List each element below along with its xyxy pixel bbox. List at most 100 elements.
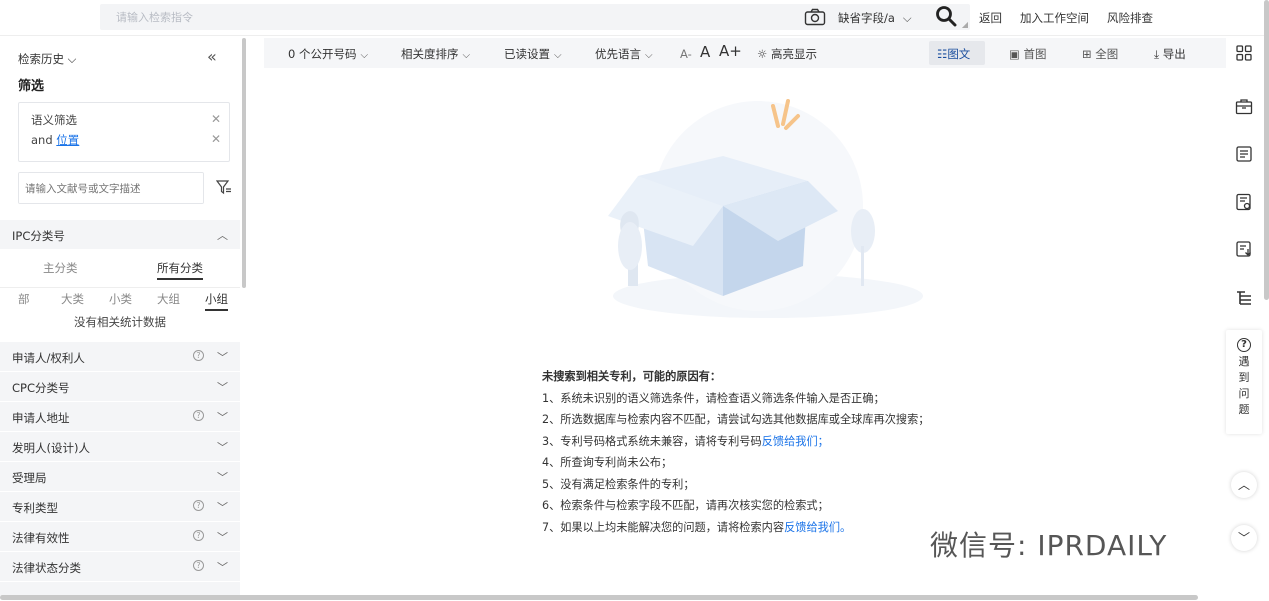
group-legal-status[interactable]: 法律状态分类 ? ﹀ — [0, 552, 240, 581]
search-history-dropdown[interactable]: 检索历史 ⌵ — [18, 51, 76, 67]
tab-all-class[interactable]: 所有分类 — [157, 260, 203, 280]
view-text-image-button[interactable]: ☷图文 — [937, 46, 970, 62]
level-class[interactable]: 大类 — [61, 291, 84, 307]
help-icon[interactable]: ? — [193, 500, 204, 511]
filter-funnel-icon[interactable] — [215, 179, 232, 198]
reason-item: 2、所选数据库与检索内容不匹配，请尝试勾选其他数据库或全球库再次搜索； — [542, 409, 930, 431]
highlight-label: 高亮显示 — [770, 47, 817, 61]
top-links: 返回 加入工作空间 风险排查 — [979, 10, 1153, 26]
group-label: 申请人/权利人 — [12, 351, 85, 365]
view-first-image-button[interactable]: ▣ 首图 — [1009, 46, 1047, 62]
group-applicant[interactable]: 申请人/权利人 ? ﹀ — [0, 342, 240, 371]
chevron-up-icon[interactable]: ︿ — [217, 227, 228, 243]
group-legal-validity[interactable]: 法律有效性 ? ﹀ — [0, 522, 240, 551]
filter-chip-link[interactable]: 位置 — [56, 133, 79, 147]
help-icon[interactable]: ? — [193, 530, 204, 541]
vertical-scrollbar[interactable] — [1264, 0, 1269, 300]
level-main-group[interactable]: 大组 — [157, 291, 180, 307]
filter-sidebar: 检索历史 ⌵ « 筛选 语义筛选 ✕ and 位置 ✕ IPC分类号 ︿ 主分类… — [0, 36, 244, 596]
back-link[interactable]: 返回 — [979, 10, 1002, 26]
grid-icon[interactable] — [1235, 44, 1255, 64]
horizontal-scrollbar[interactable] — [0, 595, 1198, 600]
help-icon[interactable]: ? — [193, 350, 204, 361]
scroll-bottom-button[interactable]: ﹀ — [1231, 525, 1257, 551]
help-icon[interactable]: ? — [193, 560, 204, 571]
sidebar-scrollbar[interactable] — [242, 38, 246, 288]
reason-text: 4、所查询专利尚未公布； — [542, 456, 673, 469]
group-ipc[interactable]: IPC分类号 ︿ — [0, 220, 240, 249]
search-icon[interactable] — [935, 5, 957, 30]
chevron-down-icon: ⌵ — [902, 11, 912, 25]
level-subgroup[interactable]: 小组 — [205, 291, 228, 311]
camera-icon[interactable] — [804, 8, 826, 29]
empty-box-illustration — [598, 96, 928, 324]
export-doc-icon[interactable] — [1235, 240, 1255, 260]
export-button[interactable]: ⤓ 导出 — [1154, 46, 1186, 62]
chevron-down-icon[interactable]: ﹀ — [217, 559, 228, 575]
list-tree-icon[interactable] — [1235, 289, 1255, 309]
read-settings-dropdown[interactable]: 已读设置 ⌵ — [504, 46, 562, 62]
tab-main-class[interactable]: 主分类 — [43, 260, 78, 276]
group-cpc[interactable]: CPC分类号 ﹀ — [0, 372, 240, 401]
chevron-down-icon[interactable]: ﹀ — [217, 529, 228, 545]
scroll-top-button[interactable]: ︿ — [1231, 472, 1257, 498]
filter-chip-label: 语义筛选 — [31, 113, 77, 127]
collapse-sidebar-icon[interactable]: « — [207, 47, 217, 66]
public-count-dropdown[interactable]: 0 个公开号码 ⌵ — [288, 46, 368, 62]
chevron-down-icon[interactable]: ﹀ — [217, 439, 228, 455]
risk-check-link[interactable]: 风险排查 — [1107, 10, 1153, 26]
chevron-down-icon[interactable]: ﹀ — [217, 469, 228, 485]
help-panel[interactable]: ? 遇到问题 — [1226, 330, 1262, 434]
font-larger-button[interactable]: A+ — [719, 42, 742, 60]
group-label: 法律状态分类 — [12, 561, 81, 575]
group-office[interactable]: 受理局 ﹀ — [0, 462, 240, 491]
chevron-down-icon: ⌵ — [360, 50, 369, 61]
search-history-label: 检索历史 — [18, 52, 64, 66]
add-workspace-link[interactable]: 加入工作空间 — [1020, 10, 1089, 26]
list-view-icon: ☷ — [937, 47, 948, 61]
view-all-images-button[interactable]: ⊞ 全图 — [1082, 46, 1118, 62]
public-count-label: 0 个公开号码 — [288, 47, 357, 61]
field-select[interactable]: 缺省字段/a ⌵ — [838, 10, 912, 26]
document-search-input[interactable] — [18, 172, 204, 204]
sort-dropdown[interactable]: 相关度排序 ⌵ — [401, 46, 470, 62]
reason-text: 3、专利号码格式系统未兼容，请将专利号码 — [542, 434, 762, 448]
filter-chip-label: and — [31, 133, 57, 147]
group-label: 专利类型 — [12, 501, 58, 515]
search-box: 缺省字段/a ⌵ ◢ — [100, 4, 970, 30]
help-label: 遇到问题 — [1238, 355, 1250, 416]
briefcase-icon[interactable] — [1235, 98, 1255, 118]
level-section[interactable]: 部 — [18, 291, 30, 307]
help-icon[interactable]: ? — [193, 410, 204, 421]
chevron-down-icon[interactable]: ﹀ — [217, 499, 228, 515]
language-label: 优先语言 — [595, 47, 641, 61]
chevron-down-icon[interactable]: ﹀ — [217, 349, 228, 365]
feedback-link[interactable]: 反馈给我们。 — [784, 521, 851, 534]
group-patent-type[interactable]: 专利类型 ? ﹀ — [0, 492, 240, 521]
group-applicant-address[interactable]: 申请人地址 ? ﹀ — [0, 402, 240, 431]
language-dropdown[interactable]: 优先语言 ⌵ — [595, 46, 653, 62]
empty-title: 未搜索到相关专利，可能的原因有： — [542, 370, 722, 383]
group-label: CPC分类号 — [12, 381, 70, 395]
reason-item: 5、没有满足检索条件的专利； — [542, 474, 930, 496]
chevron-down-icon: ﹀ — [1237, 531, 1250, 545]
grid-icon: ⊞ — [1082, 47, 1096, 61]
highlight-toggle[interactable]: ☼ 高亮显示 — [757, 46, 817, 62]
chevron-down-icon[interactable]: ﹀ — [217, 409, 228, 425]
level-subclass[interactable]: 小类 — [109, 291, 132, 307]
font-normal-button[interactable]: A — [700, 43, 710, 61]
group-inventor[interactable]: 发明人(设计)人 ﹀ — [0, 432, 240, 461]
chevron-down-icon: ⌵ — [462, 50, 471, 61]
chevron-down-icon[interactable]: ﹀ — [217, 379, 228, 395]
feedback-link[interactable]: 反馈给我们； — [762, 435, 829, 448]
font-smaller-button[interactable]: A- — [680, 47, 692, 61]
sort-label: 相关度排序 — [401, 47, 459, 61]
search-input[interactable] — [100, 4, 600, 30]
report-icon[interactable] — [1235, 193, 1255, 213]
document-icon[interactable] — [1235, 145, 1255, 165]
close-icon[interactable]: ✕ — [211, 112, 221, 126]
group-label: 申请人地址 — [12, 411, 70, 425]
right-toolbar — [1226, 36, 1269, 596]
reason-text: 2、所选数据库与检索内容不匹配，请尝试勾选其他数据库或全球库再次搜索； — [542, 413, 930, 426]
close-icon[interactable]: ✕ — [211, 132, 221, 146]
